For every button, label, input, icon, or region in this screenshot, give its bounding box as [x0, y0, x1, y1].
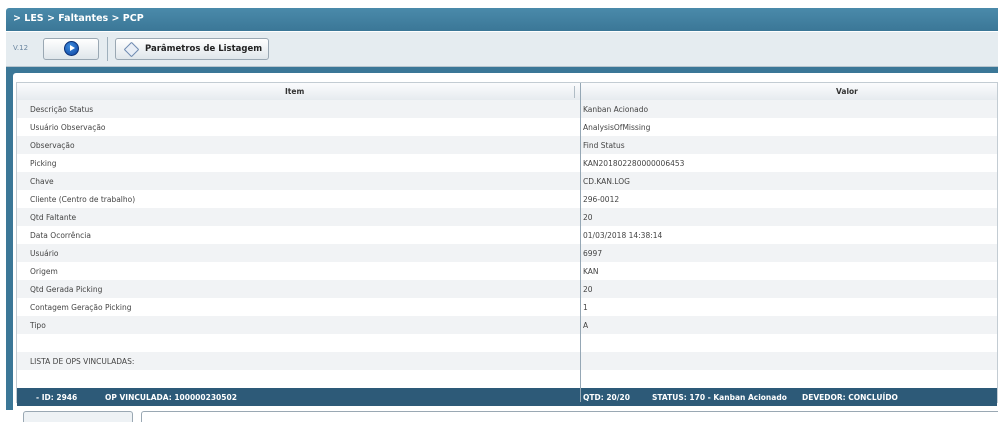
cell-item: Descrição Status	[30, 105, 94, 114]
cell-item: Contagem Geração Picking	[30, 303, 132, 312]
table-row[interactable]: Contagem Geração Picking 1	[17, 298, 997, 316]
breadcrumb: > LES > Faltantes > PCP	[13, 13, 144, 24]
toolbar-separator	[107, 37, 108, 61]
cell-value: 296-0012	[583, 195, 620, 204]
table-row[interactable]: Qtd Faltante 20	[17, 208, 997, 226]
content-panel: Item Valor Descrição Status Kanban Aciona…	[6, 67, 998, 422]
table-row[interactable]: Usuário Observação AnalysisOfMissing	[17, 118, 997, 136]
cell-item: Cliente (Centro de trabalho)	[30, 195, 136, 204]
cell-value: A	[583, 321, 589, 330]
tag-icon	[123, 41, 140, 58]
linked-op-row[interactable]: - ID: 2946 OP VINCULADA: 100000230502 QT…	[17, 388, 997, 406]
table-row[interactable]: Qtd Gerada Picking 20	[17, 280, 997, 298]
table-row[interactable]: Descrição Status Kanban Acionado	[17, 100, 997, 118]
cell-value: 6997	[583, 249, 603, 258]
table-row[interactable]: Picking KAN201802280000006453	[17, 154, 997, 172]
op-status: STATUS: 170 - Kanban Acionado	[652, 393, 787, 402]
op-devedor: DEVEDOR: CONCLUÍDO	[802, 393, 898, 402]
cell-value: Kanban Acionado	[583, 105, 649, 114]
cell-value: KAN201802280000006453	[583, 159, 685, 168]
cell-item: Data Ocorrência	[30, 231, 91, 240]
cell-value: AnalysisOfMissing	[583, 123, 651, 132]
details-grid: Item Valor Descrição Status Kanban Aciona…	[16, 82, 998, 406]
table-row[interactable]: Tipo A	[17, 316, 997, 334]
title-bar: > LES > Faltantes > PCP	[6, 8, 998, 31]
table-row[interactable]	[17, 334, 997, 352]
op-id: - ID: 2946	[36, 393, 78, 402]
play-icon	[64, 41, 79, 56]
table-row[interactable]: Data Ocorrência 01/03/2018 14:38:14	[17, 226, 997, 244]
cell-item: Tipo	[30, 321, 46, 330]
column-header-item[interactable]: Item	[285, 87, 304, 96]
cell-item: Qtd Faltante	[30, 213, 77, 222]
cell-value: 20	[583, 213, 593, 222]
bottom-bar[interactable]	[141, 411, 998, 422]
cell-item: Picking	[30, 159, 57, 168]
cell-item: Chave	[30, 177, 54, 186]
op-vinculada: OP VINCULADA: 100000230502	[105, 393, 237, 402]
cell-value: KAN	[583, 267, 599, 276]
cell-value: CD.KAN.LOG	[583, 177, 630, 186]
cell-item: LISTA DE OPS VINCULADAS:	[30, 357, 135, 366]
cell-value: 01/03/2018 14:38:14	[583, 231, 663, 240]
table-row[interactable]: Observação Find Status	[17, 136, 997, 154]
cell-value: 20	[583, 285, 593, 294]
cell-value: 1	[583, 303, 588, 312]
op-qtd: QTD: 20/20	[583, 393, 630, 402]
list-parameters-label: Parâmetros de Listagem	[145, 44, 263, 54]
grid-header: Item Valor	[17, 83, 997, 101]
table-row[interactable]: Usuário 6997	[17, 244, 997, 262]
cell-item: Qtd Gerada Picking	[30, 285, 103, 294]
cell-item: Observação	[30, 141, 75, 150]
bottom-button[interactable]	[23, 411, 133, 422]
run-button[interactable]	[43, 38, 99, 60]
cell-value: Find Status	[583, 141, 625, 150]
content-panel-inner: Item Valor Descrição Status Kanban Aciona…	[13, 73, 998, 422]
list-parameters-button[interactable]: Parâmetros de Listagem	[115, 38, 269, 60]
cell-item: Usuário	[30, 249, 59, 258]
toolbar: V.12 Parâmetros de Listagem	[6, 32, 998, 67]
column-resize-handle[interactable]	[574, 86, 575, 98]
table-row[interactable]: Cliente (Centro de trabalho) 296-0012	[17, 190, 997, 208]
table-row[interactable]: Origem KAN	[17, 262, 997, 280]
table-row[interactable]: LISTA DE OPS VINCULADAS:	[17, 352, 997, 370]
cell-item: Usuário Observação	[30, 123, 106, 132]
table-row[interactable]: Chave CD.KAN.LOG	[17, 172, 997, 190]
column-divider	[580, 83, 581, 402]
version-label: V.12	[13, 44, 29, 52]
cell-item: Origem	[30, 267, 58, 276]
column-header-valor[interactable]: Valor	[836, 87, 858, 96]
